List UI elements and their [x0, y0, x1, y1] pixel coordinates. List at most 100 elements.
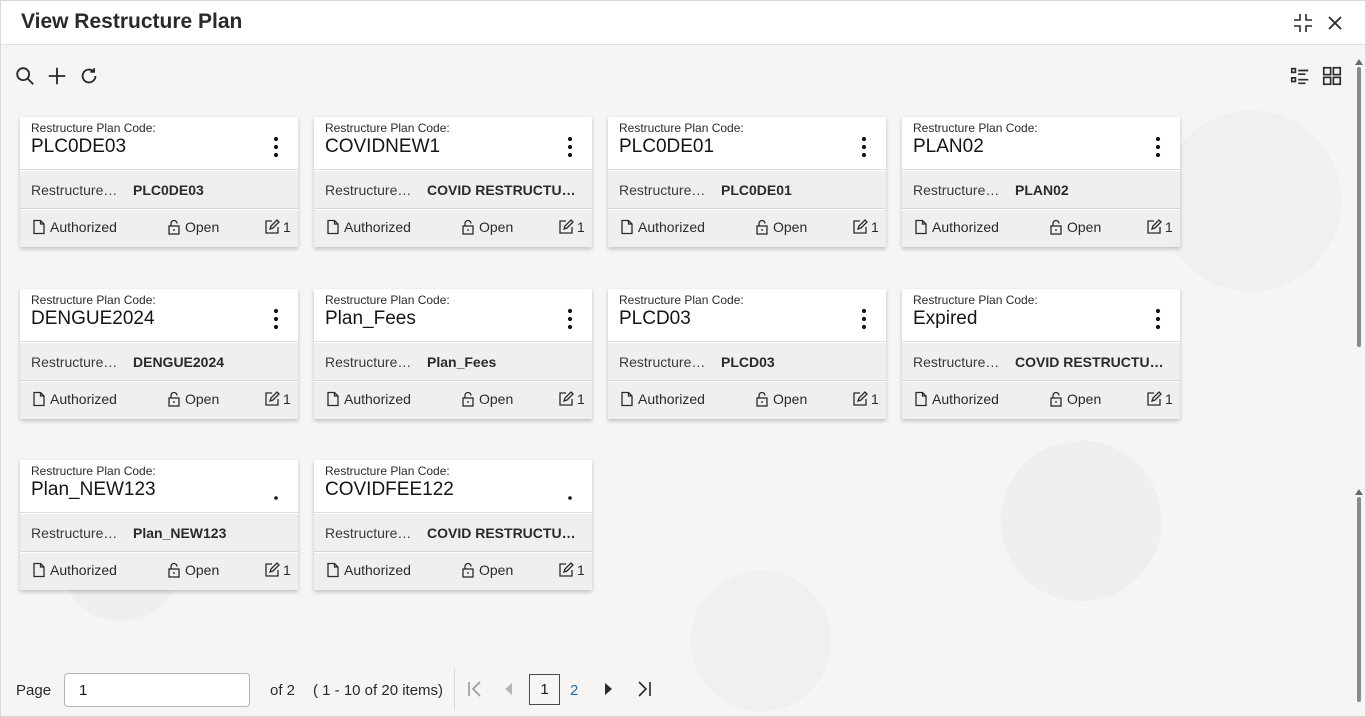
card-plan-code: DENGUE2024	[31, 308, 155, 329]
plan-card[interactable]: Restructure Plan Code: PLC0DE01 Restruct…	[608, 117, 886, 247]
edit-icon	[559, 391, 574, 406]
pager-divider	[454, 669, 455, 709]
authorized-status: Authorized	[31, 219, 117, 235]
more-options-icon[interactable]	[558, 476, 582, 504]
card-plan-code: Plan_NEW123	[31, 479, 156, 500]
list-view-icon[interactable]	[1289, 65, 1313, 89]
plan-card[interactable]: Restructure Plan Code: Expired Restructu…	[902, 289, 1180, 419]
card-code-label: Restructure Plan Code:	[913, 121, 1038, 135]
page-2-link[interactable]: 2	[570, 682, 578, 699]
more-options-icon[interactable]	[1146, 305, 1170, 333]
lock-status: Open	[460, 562, 513, 578]
plan-card[interactable]: Restructure Plan Code: COVIDNEW1 Restruc…	[314, 117, 592, 247]
more-options-icon[interactable]	[264, 476, 288, 504]
card-description-label: Restructure…	[619, 182, 706, 198]
lock-status: Open	[460, 219, 513, 235]
card-footer: Authorized Open 1	[20, 210, 298, 247]
card-description-row: Restructure… COVID RESTRUCTUR…	[902, 343, 1180, 381]
lock-text: Open	[1067, 391, 1102, 407]
scroll-up-icon[interactable]	[1355, 489, 1363, 495]
plan-card[interactable]: Restructure Plan Code: Plan_Fees Restruc…	[314, 289, 592, 419]
card-code-label: Restructure Plan Code:	[619, 121, 744, 135]
edit-count: 1	[852, 391, 879, 407]
unlock-icon	[462, 219, 474, 235]
more-options-icon[interactable]	[264, 305, 288, 333]
more-options-icon[interactable]	[264, 133, 288, 161]
more-options-icon[interactable]	[558, 305, 582, 333]
edit-count-text: 1	[871, 391, 879, 407]
document-icon	[327, 562, 339, 578]
edit-count-text: 1	[577, 391, 585, 407]
lock-text: Open	[773, 219, 808, 235]
lock-status: Open	[1048, 391, 1101, 407]
scroll-thumb-bottom[interactable]	[1357, 497, 1361, 702]
vertical-scrollbar[interactable]	[1355, 59, 1363, 709]
edit-count-text: 1	[871, 219, 879, 235]
more-options-icon[interactable]	[558, 133, 582, 161]
card-footer: Authorized Open 1	[902, 382, 1180, 419]
close-icon[interactable]	[1323, 11, 1347, 35]
current-page-button[interactable]: 1	[529, 674, 560, 705]
authorized-text: Authorized	[50, 391, 117, 407]
card-code-label: Restructure Plan Code:	[31, 293, 156, 307]
card-description-value: COVID RESTRUCTUR…	[427, 525, 577, 541]
lock-status: Open	[460, 391, 513, 407]
edit-count: 1	[264, 219, 291, 235]
last-page-icon[interactable]	[635, 679, 653, 699]
unlock-icon	[462, 391, 474, 407]
card-plan-code: Plan_Fees	[325, 308, 416, 329]
lock-status: Open	[754, 391, 807, 407]
document-icon	[33, 219, 45, 235]
scroll-thumb-top[interactable]	[1357, 67, 1361, 347]
authorized-status: Authorized	[913, 391, 999, 407]
card-description-value: PLCD03	[721, 354, 775, 370]
authorized-text: Authorized	[50, 562, 117, 578]
authorized-text: Authorized	[932, 219, 999, 235]
card-description-value: Plan_Fees	[427, 354, 497, 370]
authorized-text: Authorized	[344, 219, 411, 235]
card-header: Restructure Plan Code: Expired	[902, 289, 1180, 342]
card-description-label: Restructure…	[31, 354, 118, 370]
page-number-input[interactable]	[64, 673, 250, 707]
unlock-icon	[756, 219, 768, 235]
scroll-up-icon[interactable]	[1355, 59, 1363, 65]
card-footer: Authorized Open 1	[314, 382, 592, 419]
plan-card[interactable]: Restructure Plan Code: PLCD03 Restructur…	[608, 289, 886, 419]
more-options-icon[interactable]	[852, 305, 876, 333]
authorized-text: Authorized	[344, 562, 411, 578]
lock-text: Open	[185, 391, 220, 407]
plan-card[interactable]: Restructure Plan Code: PLAN02 Restructur…	[902, 117, 1180, 247]
grid-view-icon[interactable]	[1321, 65, 1345, 89]
card-description-row: Restructure… Plan_Fees	[314, 343, 592, 381]
previous-page-icon[interactable]	[499, 679, 517, 699]
next-page-icon[interactable]	[600, 679, 618, 699]
authorized-status: Authorized	[31, 391, 117, 407]
authorized-status: Authorized	[325, 562, 411, 578]
plan-card[interactable]: Restructure Plan Code: PLC0DE03 Restruct…	[20, 117, 298, 247]
document-icon	[621, 219, 633, 235]
minimize-icon[interactable]	[1291, 11, 1315, 35]
card-header: Restructure Plan Code: Plan_Fees	[314, 289, 592, 342]
edit-icon	[265, 391, 280, 406]
plan-card[interactable]: Restructure Plan Code: COVIDFEE122 Restr…	[314, 460, 592, 590]
lock-status: Open	[166, 391, 219, 407]
first-page-icon[interactable]	[466, 679, 484, 699]
more-options-icon[interactable]	[1146, 133, 1170, 161]
plan-card[interactable]: Restructure Plan Code: DENGUE2024 Restru…	[20, 289, 298, 419]
more-options-icon[interactable]	[852, 133, 876, 161]
card-description-row: Restructure… PLCD03	[608, 343, 886, 381]
edit-count-text: 1	[1165, 219, 1173, 235]
plus-icon[interactable]	[46, 65, 70, 89]
card-description-row: Restructure… COVID RESTRUCTUR…	[314, 171, 592, 209]
card-description-label: Restructure…	[619, 354, 706, 370]
card-description-row: Restructure… DENGUE2024	[20, 343, 298, 381]
refresh-icon[interactable]	[78, 65, 102, 89]
lock-text: Open	[479, 219, 514, 235]
search-icon[interactable]	[14, 65, 38, 89]
lock-text: Open	[1067, 219, 1102, 235]
lock-status: Open	[166, 219, 219, 235]
document-icon	[33, 391, 45, 407]
card-description-value: PLC0DE01	[721, 182, 792, 198]
plan-card[interactable]: Restructure Plan Code: Plan_NEW123 Restr…	[20, 460, 298, 590]
card-code-label: Restructure Plan Code:	[325, 293, 450, 307]
